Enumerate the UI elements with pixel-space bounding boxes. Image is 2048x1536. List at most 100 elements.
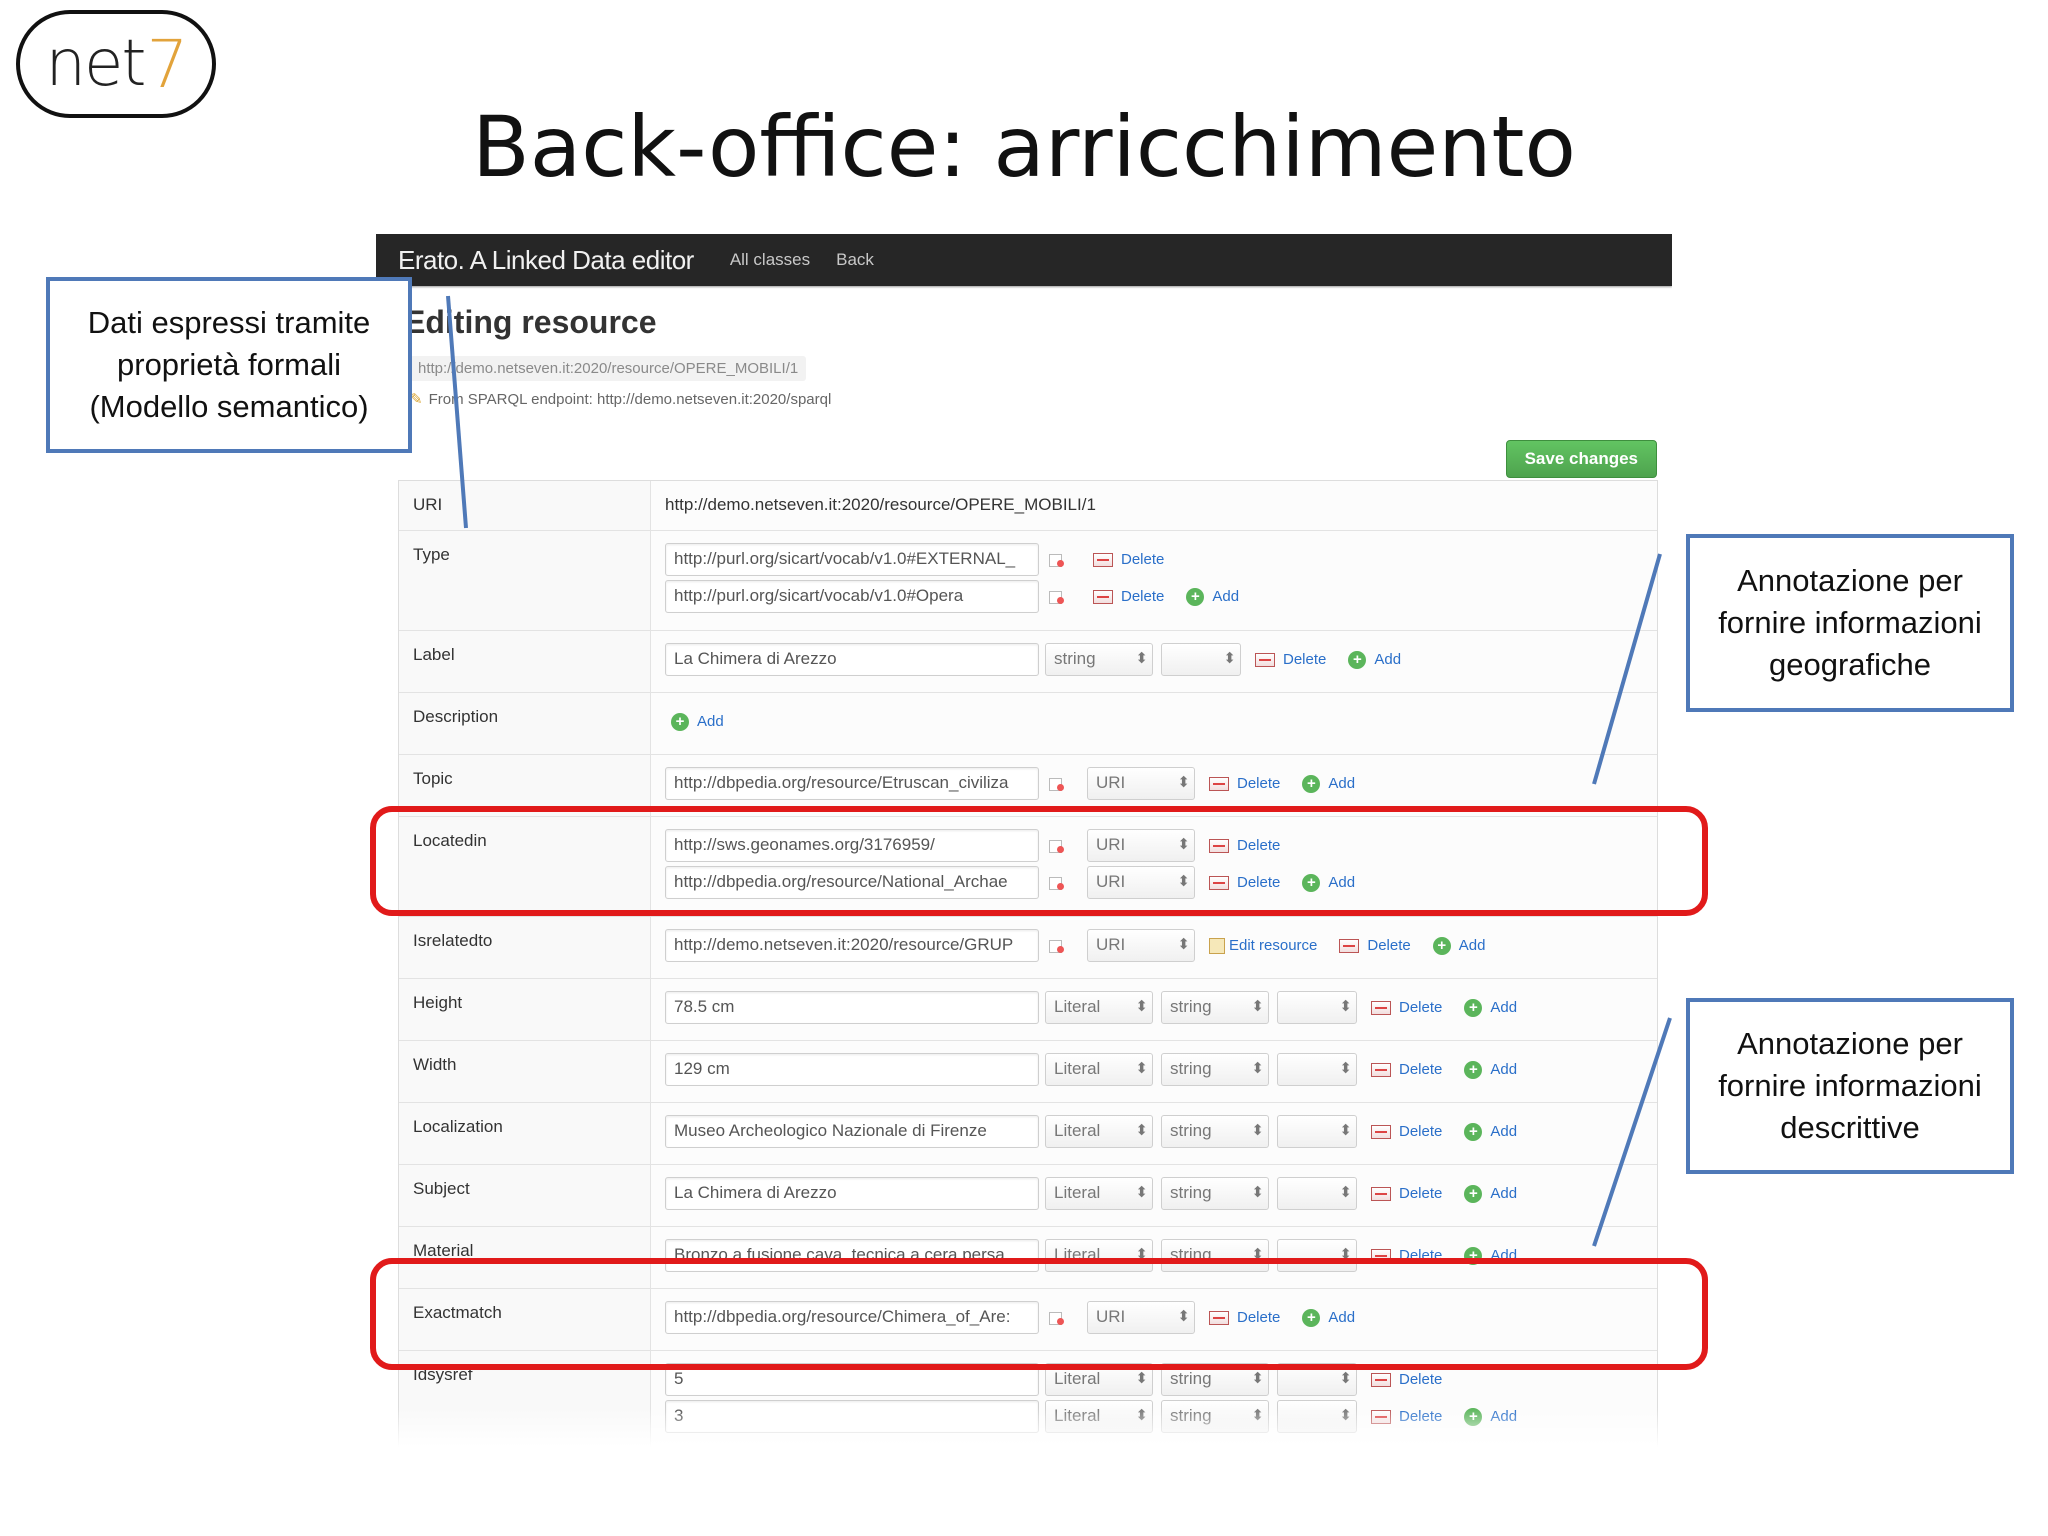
row-label: Label La Chimera di Arezzo string Delete… xyxy=(399,631,1657,693)
delete-button[interactable]: Delete xyxy=(1371,1061,1442,1078)
property-label: Height xyxy=(399,979,651,1040)
edit-icon xyxy=(1209,937,1225,954)
app-brand[interactable]: Erato. A Linked Data editor xyxy=(398,245,694,276)
save-changes-button[interactable]: Save changes xyxy=(1505,440,1657,478)
add-icon: + xyxy=(1348,650,1367,669)
property-label: Description xyxy=(399,693,651,754)
kind-select[interactable]: Literal xyxy=(1045,991,1153,1024)
delete-icon xyxy=(1371,1186,1391,1201)
add-icon: + xyxy=(1186,587,1205,606)
delete-icon xyxy=(1339,938,1360,953)
delete-button[interactable]: Delete xyxy=(1371,1185,1442,1202)
row-uri: URI http://demo.netseven.it:2020/resourc… xyxy=(399,481,1657,531)
resource-uri: http://demo.netseven.it:2020/resource/OP… xyxy=(410,356,807,381)
add-icon: + xyxy=(1464,1184,1483,1203)
link-icon[interactable] xyxy=(1045,549,1079,571)
kind-select[interactable]: URI xyxy=(1087,767,1195,800)
property-label: Localization xyxy=(399,1103,651,1164)
slide-title: Back-office: arricchimento xyxy=(472,98,1576,196)
property-label: Width xyxy=(399,1041,651,1102)
delete-icon xyxy=(1371,1124,1391,1139)
delete-icon xyxy=(1209,776,1229,791)
nav-all-classes[interactable]: All classes xyxy=(730,250,810,270)
property-label: Subject xyxy=(399,1165,651,1226)
delete-icon xyxy=(1371,1000,1391,1015)
row-subject: Subject La Chimera di Arezzo Literal str… xyxy=(399,1165,1657,1227)
add-button[interactable]: +Add xyxy=(1464,1184,1517,1203)
delete-icon xyxy=(1371,1062,1391,1077)
callout-semantic-model: Dati espressi tramite proprietà formali … xyxy=(46,277,412,453)
kind-select[interactable]: Literal xyxy=(1045,1053,1153,1086)
label-value-input[interactable]: La Chimera di Arezzo xyxy=(665,643,1039,676)
row-height: Height 78.5 cm Literal string Delete +Ad… xyxy=(399,979,1657,1041)
add-icon: + xyxy=(1464,1060,1483,1079)
highlight-locatedin xyxy=(370,806,1708,916)
language-select[interactable] xyxy=(1277,1053,1357,1086)
uri-value: http://demo.netseven.it:2020/resource/OP… xyxy=(665,495,1096,514)
localization-value-input[interactable]: Museo Archeologico Nazionale di Firenze xyxy=(665,1115,1039,1148)
delete-icon xyxy=(1093,589,1113,604)
add-button[interactable]: +Add xyxy=(1464,1060,1517,1079)
link-icon[interactable] xyxy=(1045,935,1079,957)
height-value-input[interactable]: 78.5 cm xyxy=(665,991,1039,1024)
logo-text: net xyxy=(45,27,146,101)
delete-button[interactable]: Delete xyxy=(1093,551,1164,568)
add-button[interactable]: +Add xyxy=(1464,1122,1517,1141)
add-icon: + xyxy=(1464,998,1483,1017)
delete-button[interactable]: Delete xyxy=(1093,588,1164,605)
property-label: Isrelatedto xyxy=(399,917,651,978)
add-button[interactable]: +Add xyxy=(1302,774,1355,793)
add-button[interactable]: +Add xyxy=(1432,936,1485,955)
highlight-exactmatch xyxy=(370,1258,1708,1370)
datatype-select[interactable]: string xyxy=(1161,1115,1269,1148)
logo-digit: 7 xyxy=(146,25,189,103)
topic-value-input[interactable]: http://dbpedia.org/resource/Etruscan_civ… xyxy=(665,767,1039,800)
add-button[interactable]: +Add xyxy=(1464,998,1517,1017)
add-button[interactable]: +Add xyxy=(1186,587,1239,606)
property-label: Label xyxy=(399,631,651,692)
row-localization: Localization Museo Archeologico Nazional… xyxy=(399,1103,1657,1165)
width-value-input[interactable]: 129 cm xyxy=(665,1053,1039,1086)
datatype-select[interactable]: string xyxy=(1045,643,1153,676)
page-heading: Editing resource xyxy=(404,304,657,340)
type-value-input[interactable]: http://purl.org/sicart/vocab/v1.0#EXTERN… xyxy=(665,543,1039,576)
delete-button[interactable]: Delete xyxy=(1339,937,1411,954)
delete-button[interactable]: Delete xyxy=(1371,999,1442,1016)
delete-icon xyxy=(1255,652,1275,667)
kind-select[interactable]: URI xyxy=(1087,929,1195,962)
language-select[interactable] xyxy=(1277,991,1357,1024)
language-select[interactable] xyxy=(1277,1177,1357,1210)
delete-button[interactable]: Delete xyxy=(1209,775,1280,792)
language-select[interactable] xyxy=(1161,643,1241,676)
isrelatedto-value-input[interactable]: http://demo.netseven.it:2020/resource/GR… xyxy=(665,929,1039,962)
datatype-select[interactable]: string xyxy=(1161,1053,1269,1086)
row-width: Width 129 cm Literal string Delete +Add xyxy=(399,1041,1657,1103)
bottom-fade xyxy=(376,1408,1672,1464)
sparql-endpoint: ✎ From SPARQL endpoint: http://demo.netse… xyxy=(410,390,831,408)
add-icon: + xyxy=(671,712,689,731)
top-navbar: Erato. A Linked Data editor All classes … xyxy=(376,234,1672,286)
add-button[interactable]: +Add xyxy=(1348,650,1401,669)
link-icon[interactable] xyxy=(1045,773,1079,795)
nav-back[interactable]: Back xyxy=(836,250,874,270)
delete-button[interactable]: Delete xyxy=(1255,651,1326,668)
type-value-input[interactable]: http://purl.org/sicart/vocab/v1.0#Opera xyxy=(665,580,1039,613)
delete-button[interactable]: Delete xyxy=(1371,1123,1442,1140)
datatype-select[interactable]: string xyxy=(1161,991,1269,1024)
datatype-select[interactable]: string xyxy=(1161,1177,1269,1210)
callout-descriptive: Annotazione per fornire informazioni des… xyxy=(1686,998,2014,1174)
add-icon: + xyxy=(1302,774,1321,793)
kind-select[interactable]: Literal xyxy=(1045,1177,1153,1210)
link-icon[interactable] xyxy=(1045,586,1079,608)
kind-select[interactable]: Literal xyxy=(1045,1115,1153,1148)
delete-icon xyxy=(1093,552,1113,567)
property-label: Type xyxy=(399,531,651,630)
edit-resource-button[interactable]: Edit resource xyxy=(1209,937,1317,954)
delete-button[interactable]: Delete xyxy=(1371,1371,1442,1388)
language-select[interactable] xyxy=(1277,1115,1357,1148)
add-icon: + xyxy=(1432,936,1451,955)
add-button[interactable]: +Add xyxy=(671,712,724,731)
subject-value-input[interactable]: La Chimera di Arezzo xyxy=(665,1177,1039,1210)
row-type: Type http://purl.org/sicart/vocab/v1.0#E… xyxy=(399,531,1657,631)
delete-icon xyxy=(1371,1372,1391,1387)
